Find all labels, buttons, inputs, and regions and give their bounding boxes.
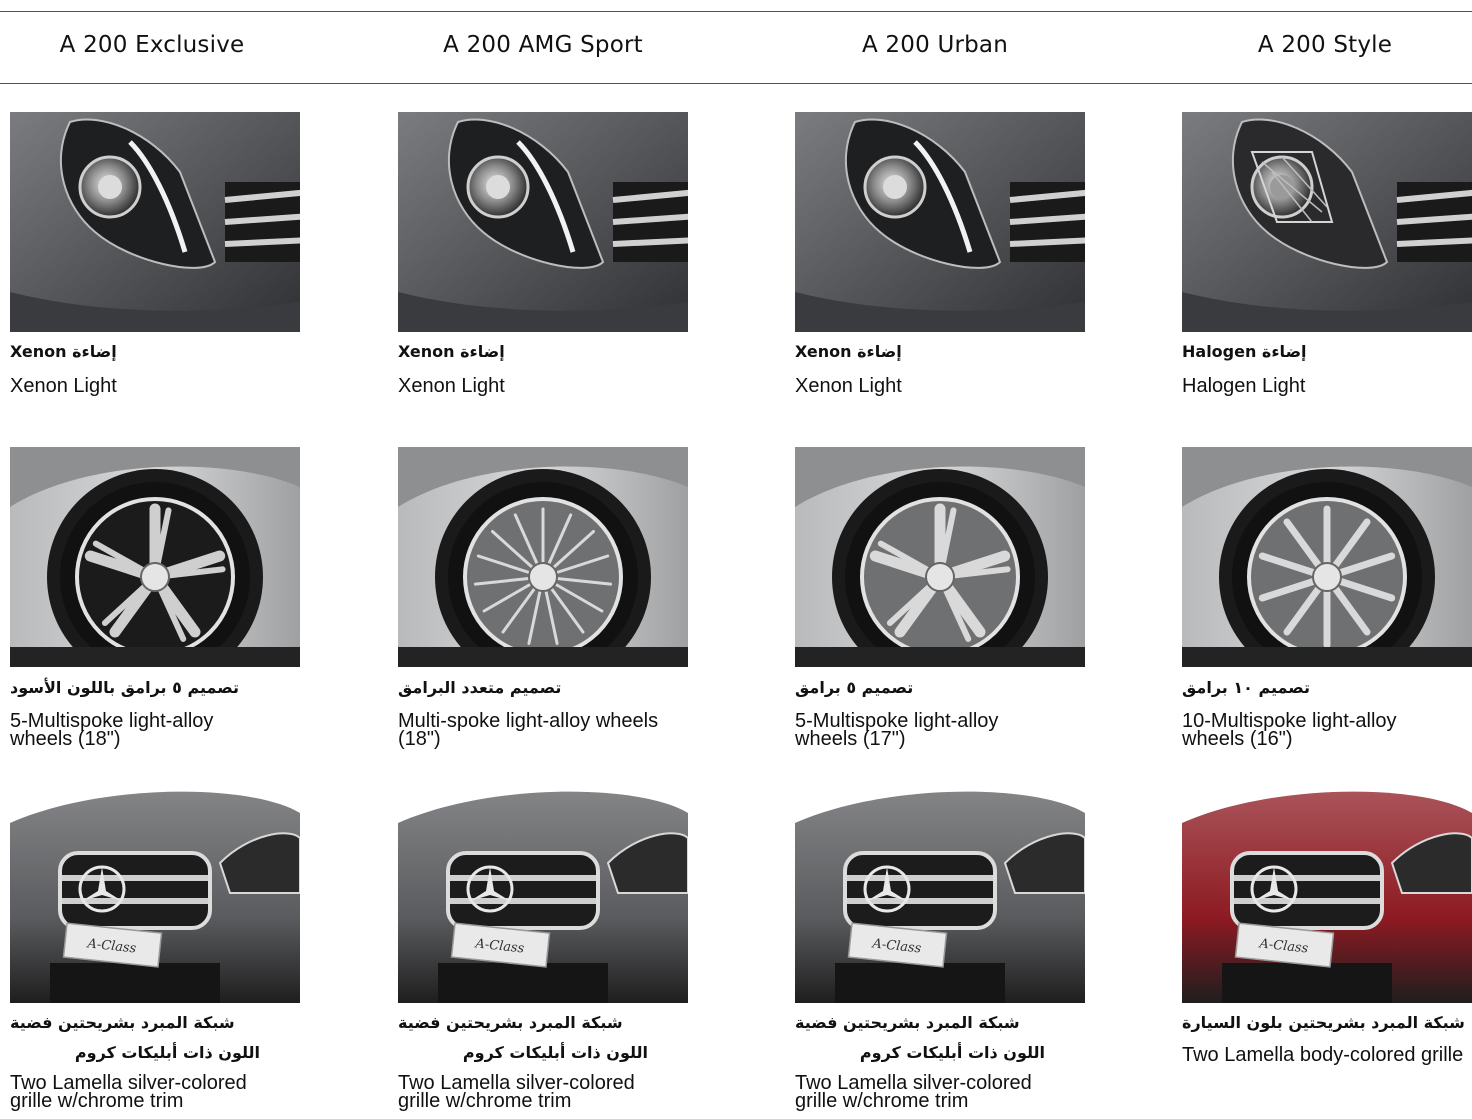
grille-label-en: Two Lamella silver-colored grille w/chro… [10, 1072, 247, 1112]
wheel-label-ar: تصميم ١٠ برامق [1182, 678, 1311, 697]
headlight-photo [398, 112, 688, 332]
grille-label-en: Two Lamella silver-colored grille w/chro… [398, 1072, 635, 1112]
grille-image: A-Class [795, 783, 1085, 1003]
column-amg-sport: إضاءة Xenon Xenon Light تصميم متعدد البرا… [398, 0, 698, 1119]
light-label-en: Xenon Light [398, 375, 505, 397]
wheel-photo [10, 447, 300, 667]
wheel-label-en: Multi-spoke light-alloy wheels (18") [398, 710, 659, 750]
wheel-image [795, 447, 1085, 667]
headlight-photo [1182, 112, 1472, 332]
column-style: إضاءة Halogen Halogen Light تصميم ١٠ برام… [1182, 0, 1472, 1119]
grille-image: A-Class [10, 783, 300, 1003]
grille-photo: A-Class [10, 783, 300, 1003]
column-urban: إضاءة Xenon Xenon Light تصميم ٥ برامق 5-Mu… [795, 0, 1095, 1119]
headlight-photo [795, 112, 1085, 332]
wheel-image [1182, 447, 1472, 667]
wheel-photo [795, 447, 1085, 667]
grille-label-ar-line1: شبكة المبرد بشريحتين فضية [10, 1013, 235, 1032]
light-label-en: Halogen Light [1182, 375, 1306, 397]
grille-label-en: Two Lamella body-colored grille [1182, 1044, 1464, 1066]
grille-image: A-Class [398, 783, 688, 1003]
grille-photo: A-Class [1182, 783, 1472, 1003]
grille-label-en: Two Lamella silver-colored grille w/chro… [795, 1072, 1032, 1112]
light-label-ar: إضاءة Halogen [1182, 342, 1307, 361]
wheel-photo [1182, 447, 1472, 667]
wheel-image [10, 447, 300, 667]
light-label-ar: إضاءة Xenon [10, 342, 117, 361]
headlight-image [10, 112, 300, 332]
wheel-label-en: 5-Multispoke light-alloy wheels (17") [795, 710, 999, 750]
grille-photo: A-Class [398, 783, 688, 1003]
light-label-ar: إضاءة Xenon [398, 342, 505, 361]
headlight-image [1182, 112, 1472, 332]
light-label-en: Xenon Light [795, 375, 902, 397]
wheel-photo [398, 447, 688, 667]
grille-photo: A-Class [795, 783, 1085, 1003]
grille-label-ar-line2: اللون ذات أبليكات كروم [462, 1043, 648, 1062]
headlight-image [398, 112, 688, 332]
grille-label-ar-line2: اللون ذات أبليكات كروم [859, 1043, 1045, 1062]
wheel-label-ar: تصميم ٥ برامق [795, 678, 914, 697]
grille-label-ar-line1: شبكة المبرد بشريحتين فضية [398, 1013, 623, 1032]
grille-label-ar-line1: شبكة المبرد بشريحتين بلون السيارة [1182, 1013, 1465, 1032]
grille-label-ar-line1: شبكة المبرد بشريحتين فضية [795, 1013, 1020, 1032]
wheel-image [398, 447, 688, 667]
wheel-label-ar: تصميم متعدد البرامق [398, 678, 562, 697]
light-label-ar: إضاءة Xenon [795, 342, 902, 361]
wheel-label-ar: تصميم ٥ برامق باللون الأسود [10, 678, 240, 697]
grille-image: A-Class [1182, 783, 1472, 1003]
wheel-label-en: 5-Multispoke light-alloy wheels (18") [10, 710, 214, 750]
grille-label-ar-line2: اللون ذات أبليكات كروم [74, 1043, 260, 1062]
column-exclusive: إضاءة Xenon Xenon Light تصميم ٥ برامق بال… [10, 0, 310, 1119]
wheel-label-en: 10-Multispoke light-alloy wheels (16") [1182, 710, 1397, 750]
headlight-image [795, 112, 1085, 332]
headlight-photo [10, 112, 300, 332]
light-label-en: Xenon Light [10, 375, 117, 397]
